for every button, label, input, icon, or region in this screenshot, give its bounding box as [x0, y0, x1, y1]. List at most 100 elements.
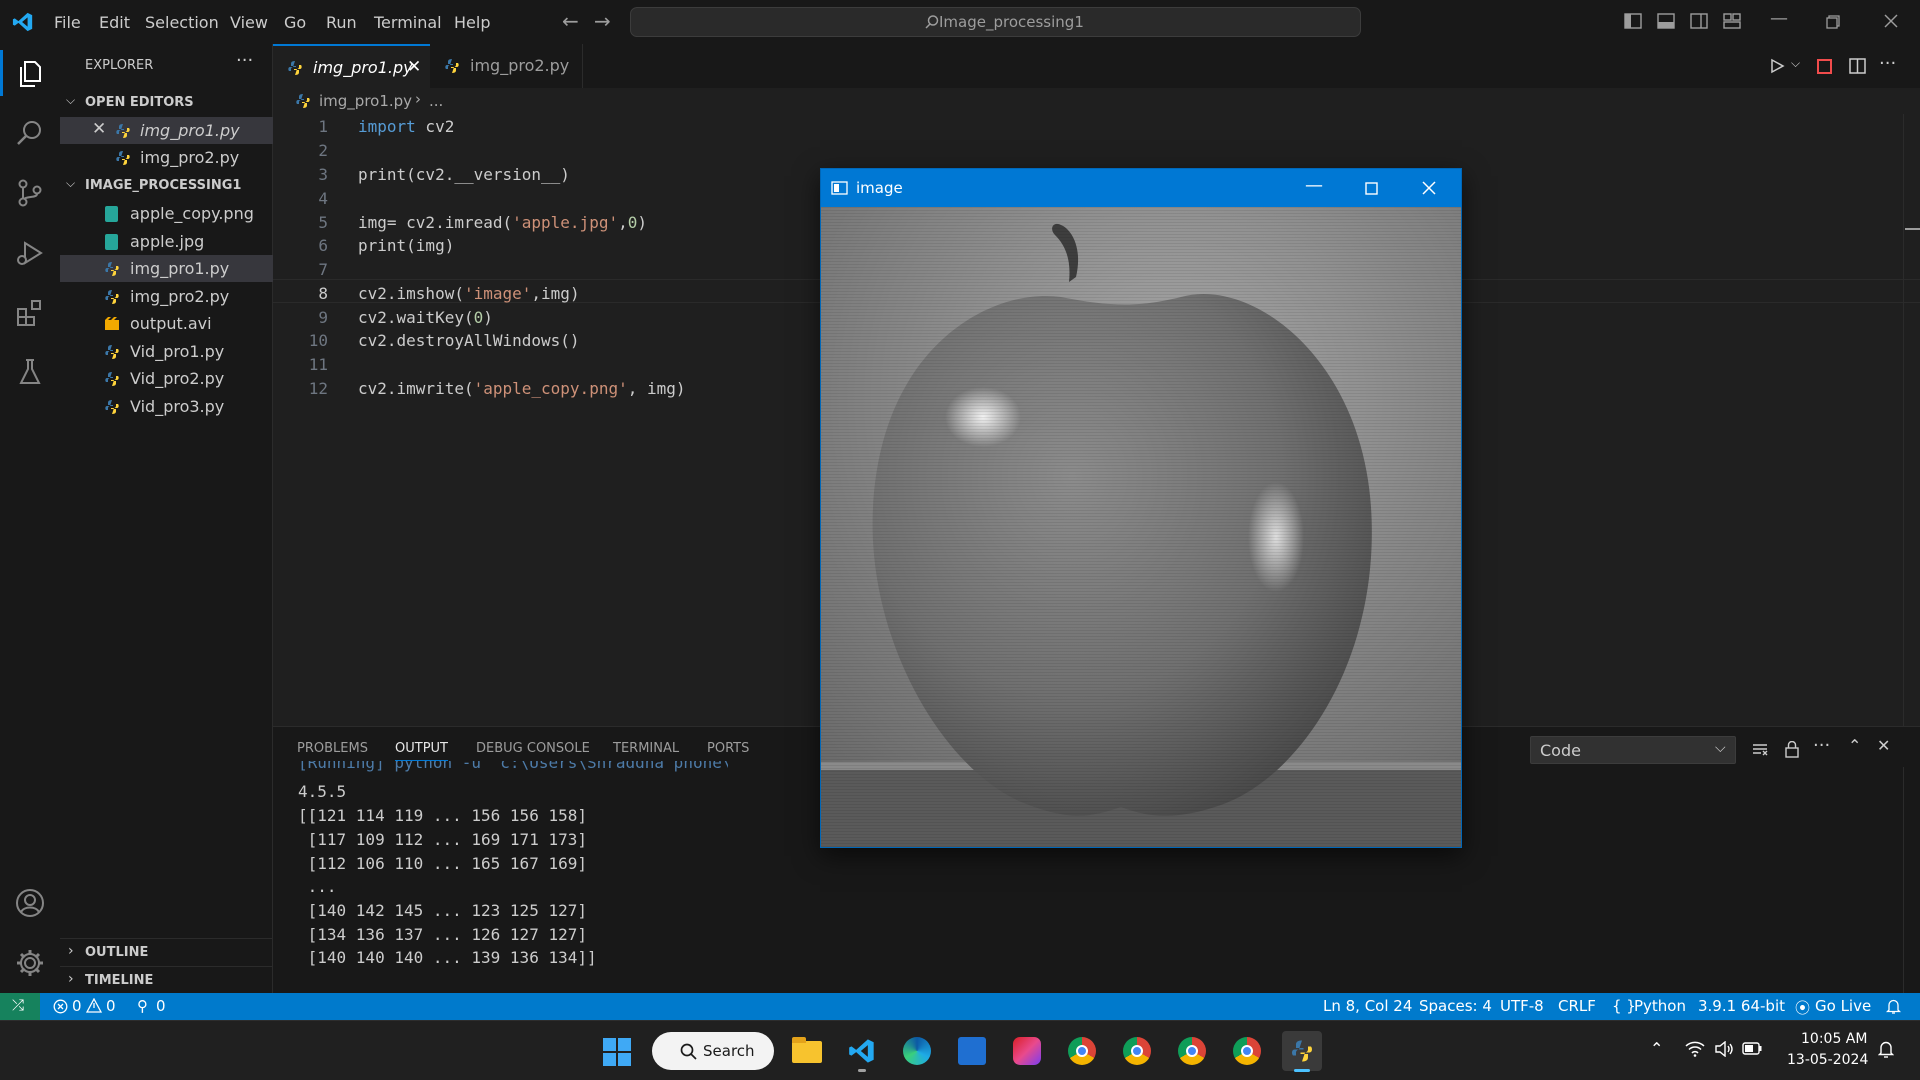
cursor-position[interactable]: Ln 8, Col 24	[1323, 997, 1412, 1015]
battery-icon[interactable]	[1742, 1042, 1762, 1055]
editor-scrollbar[interactable]	[1903, 114, 1920, 726]
timeline-section[interactable]: › TIMELINE	[60, 967, 273, 994]
menu-go[interactable]: Go	[284, 13, 306, 32]
extensions-icon[interactable]	[15, 298, 45, 328]
explorer-icon[interactable]	[15, 59, 45, 89]
error-count[interactable]: 0	[72, 997, 82, 1015]
accounts-icon[interactable]	[14, 887, 46, 919]
close-tab-icon[interactable]: ✕	[407, 57, 421, 77]
encoding[interactable]: UTF-8	[1500, 997, 1544, 1015]
folder-section[interactable]: ⌵ IMAGE_PROCESSING1	[60, 172, 273, 199]
close-panel-icon[interactable]: ✕	[1877, 736, 1890, 755]
close-window-icon[interactable]	[1422, 181, 1436, 195]
prime-video-app-icon[interactable]	[952, 1031, 992, 1071]
breadcrumb-file[interactable]: img_pro1.py	[319, 92, 412, 110]
toggle-secondary-sidebar-icon[interactable]	[1690, 13, 1708, 29]
back-arrow-icon[interactable]: ←	[562, 9, 579, 33]
breadcrumb-symbol[interactable]: ...	[429, 92, 443, 110]
ports-count[interactable]: 0	[156, 997, 166, 1015]
settings-gear-icon[interactable]	[14, 947, 46, 979]
volume-icon[interactable]	[1715, 1041, 1733, 1057]
file-item[interactable]: img_pro1.py	[60, 255, 273, 282]
command-center-search[interactable]: Image_processing1	[630, 7, 1361, 37]
panel-scrollbar[interactable]	[1903, 767, 1920, 994]
vscode-app-icon[interactable]	[842, 1031, 882, 1072]
lock-scroll-icon[interactable]	[1785, 741, 1799, 758]
windows-start-icon[interactable]	[602, 1037, 632, 1067]
close-editor-icon[interactable]: ✕	[92, 119, 106, 139]
opencv-image-window[interactable]: image —	[820, 168, 1462, 848]
python-app-icon[interactable]	[1282, 1031, 1322, 1072]
tab-img-pro1[interactable]: img_pro1.py ✕	[273, 44, 430, 88]
language-mode[interactable]: Python	[1634, 997, 1686, 1015]
toggle-panel-icon[interactable]	[1657, 13, 1675, 29]
source-control-icon[interactable]	[15, 178, 45, 208]
open-editor-item[interactable]: ✕ img_pro1.py	[60, 117, 273, 144]
open-editor-item[interactable]: img_pro2.py	[60, 144, 273, 171]
show-hidden-icons-chevron-icon[interactable]: ⌃	[1650, 1039, 1663, 1058]
line-ending[interactable]: CRLF	[1558, 997, 1596, 1015]
menu-view[interactable]: View	[230, 13, 268, 32]
clock-time[interactable]: 10:05 AM	[1801, 1031, 1867, 1047]
menu-run[interactable]: Run	[326, 13, 357, 32]
taskbar-search-box[interactable]: Search	[652, 1032, 774, 1070]
file-item[interactable]: apple_copy.png	[60, 200, 273, 227]
open-editors-section[interactable]: ⌵ OPEN EDITORS	[60, 89, 273, 116]
clear-output-icon[interactable]	[1752, 743, 1768, 757]
more-actions-icon[interactable]: ···	[236, 50, 253, 71]
forward-arrow-icon[interactable]: →	[594, 9, 611, 33]
minimize-window-icon[interactable]: —	[1305, 175, 1323, 196]
menu-file[interactable]: File	[54, 13, 81, 32]
notifications-bell-icon[interactable]	[1886, 998, 1901, 1015]
menu-terminal[interactable]: Terminal	[374, 13, 442, 32]
output-channel-select[interactable]: Code ⌵	[1530, 736, 1736, 764]
file-item[interactable]: output.avi	[60, 310, 273, 337]
split-editor-icon[interactable]	[1849, 58, 1866, 74]
maximize-window-icon[interactable]	[1365, 182, 1378, 195]
warning-count[interactable]: 0	[106, 997, 116, 1015]
run-python-icon[interactable]	[1769, 58, 1785, 74]
chrome-app-icon[interactable]	[1117, 1031, 1157, 1071]
file-item[interactable]: Vid_pro2.py	[60, 365, 273, 392]
chrome-app-icon[interactable]	[1172, 1031, 1212, 1071]
outline-section[interactable]: › OUTLINE	[60, 939, 273, 966]
edge-browser-app-icon[interactable]	[897, 1031, 937, 1071]
python-interpreter[interactable]: 3.9.1 64-bit	[1698, 997, 1785, 1015]
tab-ports[interactable]: PORTS	[707, 741, 749, 756]
testing-icon[interactable]	[15, 357, 45, 387]
chevron-down-icon[interactable]: ⌵	[1791, 56, 1800, 71]
tab-problems[interactable]: PROBLEMS	[297, 741, 368, 756]
indentation[interactable]: Spaces: 4	[1419, 997, 1492, 1015]
tab-debug-console[interactable]: DEBUG CONSOLE	[476, 741, 590, 756]
toggle-primary-sidebar-icon[interactable]	[1624, 13, 1642, 29]
tab-terminal[interactable]: TERMINAL	[613, 741, 679, 756]
file-item[interactable]: Vid_pro1.py	[60, 338, 273, 365]
customize-layout-icon[interactable]	[1723, 13, 1741, 29]
file-item[interactable]: apple.jpg	[60, 228, 273, 255]
menu-help[interactable]: Help	[454, 13, 490, 32]
tab-output[interactable]: OUTPUT	[395, 741, 448, 756]
maximize-panel-icon[interactable]: ⌃	[1848, 736, 1861, 755]
chrome-app-icon[interactable]	[1062, 1031, 1102, 1071]
go-live-button[interactable]: Go Live	[1815, 997, 1871, 1015]
restore-window-icon[interactable]	[1826, 15, 1840, 29]
more-actions-icon[interactable]: ···	[1879, 53, 1896, 74]
minimize-window-icon[interactable]: —	[1770, 8, 1788, 29]
search-view-icon[interactable]	[15, 118, 45, 148]
clock-date[interactable]: 13-05-2024	[1787, 1052, 1868, 1068]
creative-cloud-app-icon[interactable]	[1007, 1031, 1047, 1071]
more-actions-icon[interactable]: ···	[1813, 735, 1830, 756]
run-debug-icon[interactable]	[15, 238, 45, 268]
menu-selection[interactable]: Selection	[145, 13, 219, 32]
notifications-bell-icon[interactable]	[1878, 1040, 1894, 1059]
remote-indicator[interactable]: ⤮	[0, 993, 40, 1020]
file-item[interactable]: img_pro2.py	[60, 283, 273, 310]
file-explorer-app-icon[interactable]	[787, 1031, 827, 1071]
image-window-titlebar[interactable]: image —	[821, 169, 1461, 207]
wifi-icon[interactable]	[1685, 1041, 1705, 1057]
menu-edit[interactable]: Edit	[99, 13, 130, 32]
file-item[interactable]: Vid_pro3.py	[60, 393, 273, 420]
chrome-app-icon[interactable]	[1227, 1031, 1267, 1071]
close-window-icon[interactable]	[1884, 14, 1898, 28]
tab-img-pro2[interactable]: img_pro2.py	[430, 44, 583, 88]
